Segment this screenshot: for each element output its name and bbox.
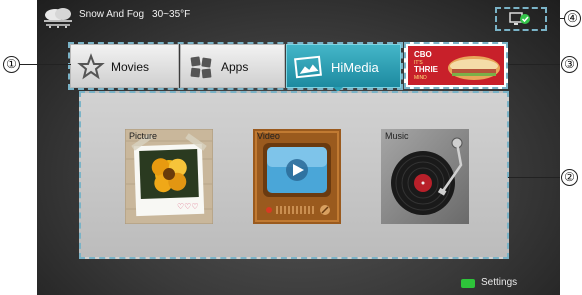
tab-label: Movies bbox=[111, 60, 150, 74]
media-tile-picture[interactable]: ♡♡♡ Picture bbox=[124, 128, 214, 225]
tab-movies[interactable]: Movies bbox=[70, 44, 179, 88]
tab-label: Apps bbox=[221, 60, 249, 74]
callout-1-leader bbox=[19, 64, 71, 65]
media-tile-video[interactable]: Video bbox=[253, 129, 341, 224]
media-label: Video bbox=[257, 131, 280, 141]
callout-2: ② bbox=[561, 169, 578, 186]
ad-line-4: MIND bbox=[414, 75, 427, 81]
ad-banner-region: CBO IT'S THRIE MIND bbox=[404, 42, 508, 89]
tab-label: HiMedia bbox=[331, 60, 379, 75]
tab-apps[interactable]: Apps bbox=[180, 44, 285, 88]
media-label: Picture bbox=[129, 131, 158, 141]
callout-3-leader bbox=[508, 64, 560, 65]
turntable-icon bbox=[381, 129, 469, 224]
callout-1: ① bbox=[3, 56, 20, 73]
settings-label: Settings bbox=[481, 277, 518, 288]
media-label: Music bbox=[385, 131, 409, 141]
green-key-icon bbox=[461, 279, 475, 288]
apps-grid-icon bbox=[190, 56, 212, 79]
picture-icon bbox=[294, 55, 322, 79]
media-panel: ♡♡♡ Picture Video Music bbox=[79, 91, 509, 259]
ad-line-3: THRIE bbox=[414, 65, 439, 74]
callout-3: ③ bbox=[561, 56, 578, 73]
media-tile-music[interactable]: Music bbox=[381, 129, 469, 224]
ad-banner[interactable]: CBO IT'S THRIE MIND bbox=[408, 46, 504, 85]
svg-text:♡♡♡: ♡♡♡ bbox=[177, 202, 199, 211]
photo-frame-icon: ♡♡♡ bbox=[124, 128, 214, 225]
tab-himedia[interactable]: HiMedia bbox=[286, 44, 401, 88]
ad-line-1: CBO bbox=[414, 50, 432, 59]
star-icon bbox=[77, 53, 105, 80]
retro-tv-icon bbox=[253, 129, 341, 224]
callout-4-leader bbox=[547, 18, 565, 19]
home-layout: Movies Apps HiMedia CBO IT'S THRIE MIND bbox=[37, 0, 560, 295]
callout-2-leader bbox=[508, 177, 560, 178]
callout-4: ④ bbox=[564, 10, 581, 27]
